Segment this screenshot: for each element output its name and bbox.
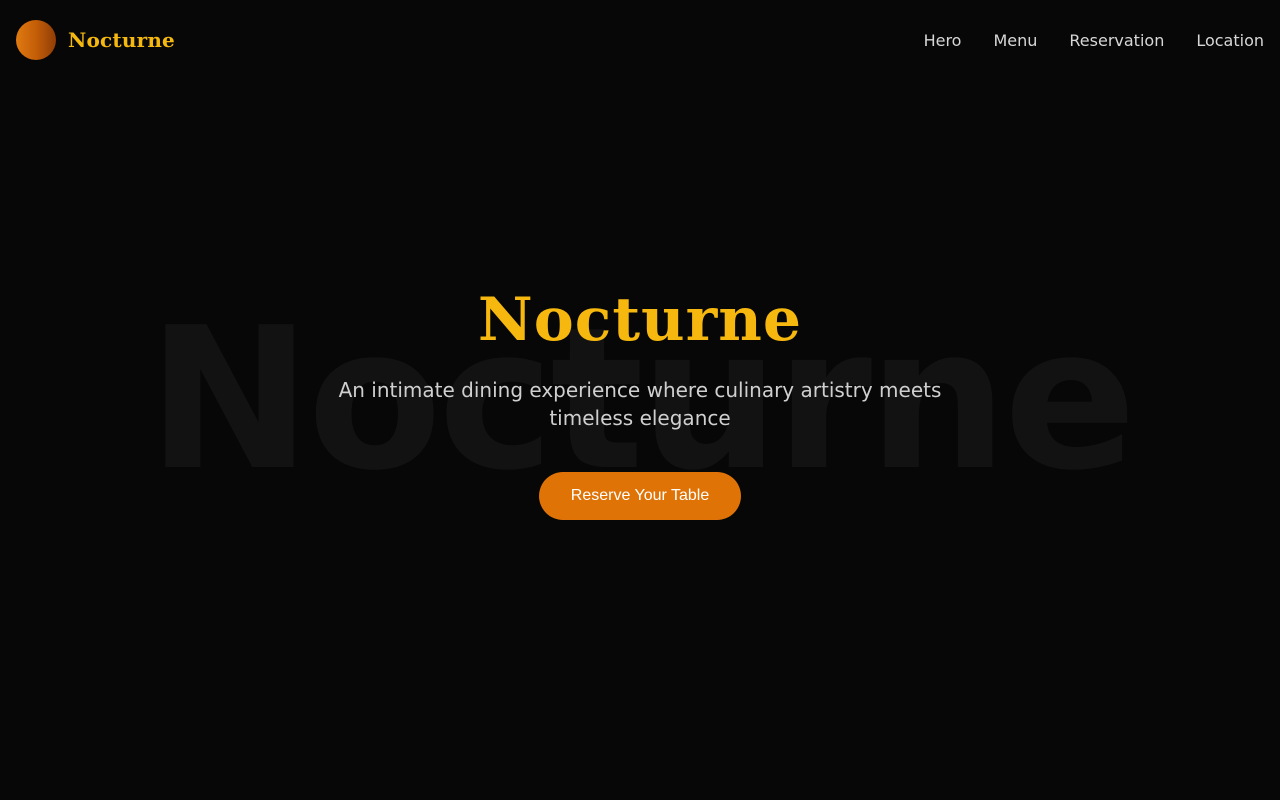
brand-home-link[interactable]: Nocturne [16, 20, 175, 60]
main-nav: Hero Menu Reservation Location [924, 0, 1264, 80]
hero-content: Nocturne An intimate dining experience w… [0, 282, 1280, 520]
hero-title: Nocturne [477, 285, 803, 355]
hero-section: Nocturne Nocturne An intimate dining exp… [0, 0, 1280, 800]
page: Nocturne Nocturne An intimate dining exp… [0, 0, 1280, 800]
reserve-table-button[interactable]: Reserve Your Table [538, 472, 742, 520]
site-header: Nocturne Hero Menu Reservation Location [0, 0, 1280, 80]
hero-subtitle: An intimate dining experience where culi… [338, 378, 942, 430]
moon-logo-icon [16, 20, 56, 60]
nav-link-menu[interactable]: Menu [993, 31, 1037, 50]
nav-link-reservation[interactable]: Reservation [1069, 31, 1164, 50]
nav-link-hero[interactable]: Hero [924, 31, 962, 50]
brand-name: Nocturne [68, 28, 175, 52]
nav-link-location[interactable]: Location [1196, 31, 1264, 50]
